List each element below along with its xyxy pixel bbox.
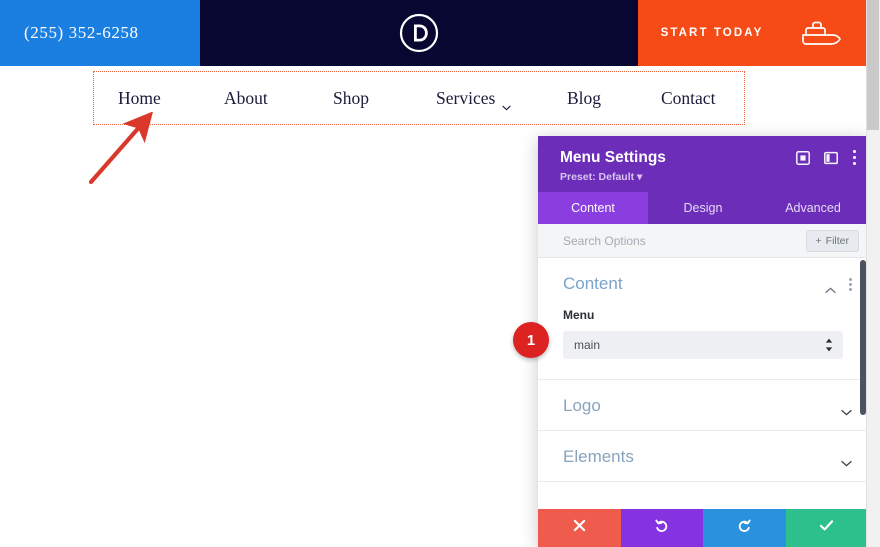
filter-button-label: Filter (825, 234, 849, 247)
search-options-input[interactable] (563, 233, 806, 248)
nav-item-label: Services (436, 87, 496, 108)
page-root: (255) 352-6258 START TODAY Home About Sh… (0, 0, 880, 547)
tab-label: Content (571, 201, 615, 215)
chevron-down-icon (502, 95, 511, 111)
step-badge-label: 1 (526, 331, 536, 349)
divider (538, 481, 868, 482)
section-title: Content (563, 274, 623, 293)
nav-item-home[interactable]: Home (118, 88, 161, 109)
modal-footer (538, 509, 868, 547)
undo-button[interactable] (620, 509, 703, 547)
menu-module-selection[interactable]: Home About Shop Services Blog Contact (93, 71, 745, 125)
phone-bar: (255) 352-6258 (0, 0, 200, 66)
modal-body: Content Menu main Logo Elements (538, 258, 868, 509)
panel-layout-icon[interactable] (824, 151, 838, 165)
nav-item-about[interactable]: About (224, 88, 268, 109)
nav-item-services[interactable]: Services (436, 87, 511, 111)
section-elements-header[interactable]: Elements (538, 431, 868, 481)
search-row: + Filter (538, 224, 868, 258)
tab-label: Design (683, 201, 723, 215)
tab-content[interactable]: Content (538, 192, 648, 224)
checkmark-icon (819, 519, 834, 537)
nav-item-label: Contact (661, 87, 716, 108)
filter-button[interactable]: + Filter (805, 229, 859, 252)
section-logo-header[interactable]: Logo (538, 380, 868, 430)
section-options-icon[interactable] (849, 277, 852, 291)
field-label-menu: Menu (563, 308, 595, 322)
step-badge-1: 1 (513, 322, 549, 358)
cancel-button[interactable] (538, 509, 621, 547)
more-options-icon[interactable] (852, 150, 856, 165)
nav-item-shop[interactable]: Shop (333, 88, 369, 109)
caret-down-icon: ▾ (637, 171, 643, 183)
expand-icon[interactable] (796, 150, 810, 165)
chevron-down-icon[interactable] (841, 454, 852, 466)
modal-header-icons (796, 150, 856, 165)
boat-icon (797, 18, 843, 48)
page-scrollbar[interactable] (866, 0, 880, 547)
annotation-arrow-icon (82, 111, 177, 190)
start-today-cta[interactable]: START TODAY (638, 0, 866, 66)
divi-d-logo-icon[interactable] (398, 12, 440, 54)
redo-button[interactable] (703, 509, 786, 547)
site-header: (255) 352-6258 START TODAY (0, 0, 866, 66)
save-button[interactable] (785, 509, 868, 547)
chevron-down-icon[interactable] (841, 403, 852, 415)
modal-header: Menu Settings Preset: Default ▾ (538, 136, 868, 192)
preset-selector[interactable]: Preset: Default ▾ (560, 171, 852, 183)
preset-label: Preset: Default (560, 171, 635, 183)
field-menu: Menu main (538, 308, 868, 379)
close-x-icon (573, 519, 586, 537)
menu-settings-modal: Menu Settings Preset: Default ▾ Content … (538, 136, 868, 547)
nav-item-contact[interactable]: Contact (661, 88, 715, 109)
modal-tabs: Content Design Advanced (538, 192, 868, 224)
undo-arrow-icon (654, 518, 669, 538)
cta-label: START TODAY (660, 27, 764, 39)
tab-design[interactable]: Design (648, 192, 758, 224)
tab-label: Advanced (785, 201, 841, 215)
tab-advanced[interactable]: Advanced (758, 192, 868, 224)
chevron-up-icon[interactable] (825, 281, 836, 293)
phone-number[interactable]: (255) 352-6258 (24, 23, 139, 43)
page-scrollbar-thumb[interactable] (867, 0, 879, 130)
nav-item-label: Shop (333, 87, 369, 108)
section-title: Logo (563, 396, 601, 415)
menu-select[interactable]: main (563, 331, 843, 359)
section-content-header[interactable]: Content (538, 258, 868, 308)
plus-icon: + (815, 234, 822, 247)
section-title: Elements (563, 447, 634, 466)
nav-item-label: Blog (567, 87, 602, 108)
nav-item-label: About (224, 87, 268, 108)
nav-item-blog[interactable]: Blog (567, 88, 601, 109)
nav-item-label: Home (118, 87, 161, 108)
redo-arrow-icon (737, 518, 752, 538)
logo-bar (200, 0, 638, 66)
